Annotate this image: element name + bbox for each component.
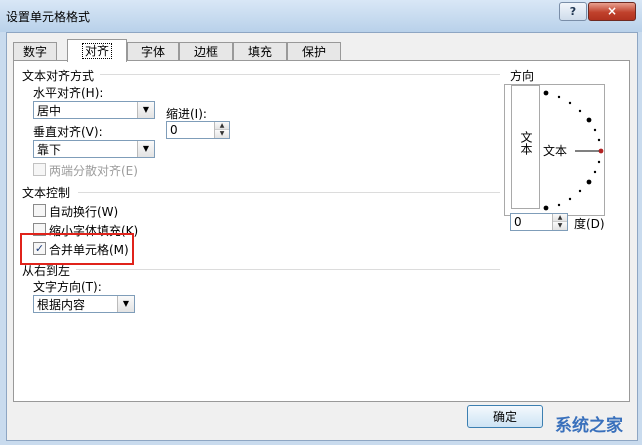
horizontal-align-label: 水平对齐(H): (33, 86, 104, 100)
alignment-panel: 文本对齐方式 水平对齐(H): 居中 ▼ 缩进(I): 0 ▲ ▼ 垂直对齐(V… (13, 60, 630, 402)
help-button[interactable]: ? (559, 2, 587, 21)
tab-fill[interactable]: 填充 (233, 42, 287, 61)
tab-label: 边框 (193, 45, 218, 59)
distributed-label: 两端分散对齐(E) (49, 164, 138, 178)
dial-mark (597, 138, 601, 142)
degrees-spinner[interactable]: 0 ▲ ▼ (510, 213, 568, 231)
tab-label: 保护 (301, 45, 326, 59)
dial-mark (597, 160, 601, 164)
tab-border[interactable]: 边框 (179, 42, 233, 61)
tab-label: 填充 (247, 45, 272, 59)
orientation-group-label: 方向 (510, 69, 535, 83)
degrees-label: 度(D) (574, 217, 605, 231)
indent-label: 缩进(I): (166, 107, 207, 121)
window-title: 设置单元格格式 (6, 10, 91, 24)
dial-text: 文本 (543, 143, 567, 158)
spin-down-icon[interactable]: ▼ (553, 222, 567, 230)
dial-mark (557, 203, 561, 207)
tab-font[interactable]: 字体 (127, 42, 179, 61)
text-direction-value: 根据内容 (37, 298, 86, 312)
dial-mark (543, 205, 549, 211)
dial-mark (578, 189, 582, 193)
dial-mark (557, 95, 561, 99)
dial-mark (568, 101, 572, 105)
group-divider (78, 192, 500, 193)
vertical-text-option[interactable]: 文本 (511, 85, 540, 209)
orientation-dial[interactable]: 文本 (539, 85, 606, 211)
group-divider (100, 74, 500, 75)
dial-mark (578, 109, 582, 113)
tab-label: 字体 (140, 45, 165, 59)
degrees-value: 0 (514, 215, 522, 229)
spin-down-icon[interactable]: ▼ (215, 130, 229, 138)
tab-label: 数字 (22, 45, 47, 59)
indent-spinner[interactable]: 0 ▲ ▼ (166, 121, 230, 139)
tab-protection[interactable]: 保护 (287, 42, 341, 61)
spinner-buttons: ▲ ▼ (214, 122, 229, 138)
wrap-text-checkbox[interactable] (33, 204, 46, 217)
text-direction-label: 文字方向(T): (33, 280, 102, 294)
vertical-align-select[interactable]: 靠下 ▼ (33, 140, 155, 158)
dial-mark (586, 117, 592, 123)
text-control-group-label: 文本控制 (22, 186, 71, 200)
text-direction-select[interactable]: 根据内容 ▼ (33, 295, 135, 313)
group-divider (76, 269, 500, 270)
spinner-buttons: ▲ ▼ (552, 214, 567, 230)
dial-mark (543, 90, 549, 96)
spin-up-icon[interactable]: ▲ (215, 122, 229, 130)
title-bar: 设置单元格格式 ? × (0, 0, 642, 32)
dial-pointer[interactable] (598, 148, 604, 154)
dial-mark (586, 179, 592, 185)
vertical-text-label: 文本 (519, 131, 533, 155)
wrap-text-label: 自动换行(W) (49, 205, 119, 219)
dial-mark (593, 128, 597, 132)
chevron-down-icon[interactable]: ▼ (137, 102, 154, 118)
tab-label: 对齐 (81, 43, 112, 59)
text-alignment-group-label: 文本对齐方式 (22, 69, 95, 83)
horizontal-align-value: 居中 (37, 104, 62, 118)
dial-mark (593, 170, 597, 174)
dial-mark (568, 197, 572, 201)
vertical-align-label: 垂直对齐(V): (33, 125, 103, 139)
distributed-checkbox[interactable] (33, 163, 46, 176)
chevron-down-icon[interactable]: ▼ (117, 296, 134, 312)
spin-up-icon[interactable]: ▲ (553, 214, 567, 222)
chevron-down-icon[interactable]: ▼ (137, 141, 154, 157)
ok-button[interactable]: 确定 (467, 405, 543, 428)
tab-alignment[interactable]: 对齐 (67, 39, 127, 62)
vertical-align-value: 靠下 (37, 143, 62, 157)
tab-number[interactable]: 数字 (13, 42, 57, 61)
indent-value: 0 (170, 123, 178, 137)
highlight-box (20, 233, 134, 265)
watermark-logo: 系统之家 (555, 416, 623, 436)
horizontal-align-select[interactable]: 居中 ▼ (33, 101, 155, 119)
close-button[interactable]: × (588, 2, 636, 21)
